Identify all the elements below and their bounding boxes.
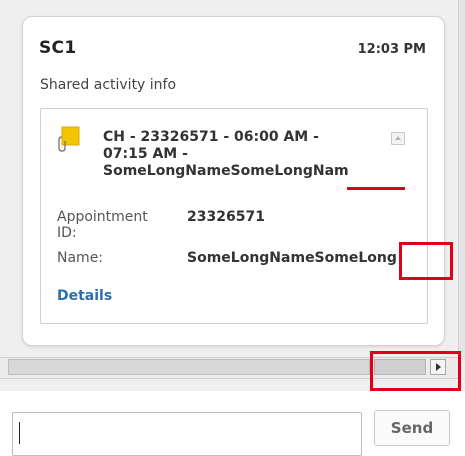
scrollbar-track[interactable] — [8, 359, 370, 375]
chat-panel: SC1 12:03 PM Shared activity info CH - 2… — [0, 0, 465, 456]
activity-title-line-3: SomeLongNameSomeLongNam — [103, 163, 349, 179]
appointment-id-value: 23326571 — [187, 209, 265, 225]
card-subtitle: Shared activity info — [40, 77, 177, 93]
name-value: SomeLongNameSomeLong — [187, 250, 397, 266]
card-title: SC1 — [39, 38, 77, 58]
activity-title-line-1: CH - 23326571 - 06:00 AM - — [103, 129, 319, 145]
send-button[interactable]: Send — [374, 410, 450, 446]
activity-title: CH - 23326571 - 06:00 AM - 07:15 AM - So… — [103, 129, 383, 180]
compose-area: Send — [0, 391, 465, 456]
scrollbar-highlight-box — [370, 351, 461, 391]
shared-activity-card: SC1 12:03 PM Shared activity info CH - 2… — [22, 16, 445, 346]
vertical-scrollbar[interactable] — [458, 0, 465, 360]
activity-title-line-2: 07:15 AM - — [103, 146, 188, 162]
activity-details-box: CH - 23326571 - 06:00 AM - 07:15 AM - So… — [40, 108, 428, 324]
text-caret — [19, 422, 20, 444]
name-label: Name: — [57, 250, 104, 266]
collapse-button[interactable] — [391, 132, 405, 145]
message-input[interactable] — [12, 412, 362, 456]
truncation-highlight-box — [399, 242, 453, 280]
note-attachment-icon — [58, 126, 80, 152]
appointment-id-label: Appointment ID: — [57, 209, 148, 241]
details-link[interactable]: Details — [57, 288, 112, 304]
card-timestamp: 12:03 PM — [357, 42, 426, 57]
truncation-highlight-underline — [347, 187, 405, 190]
